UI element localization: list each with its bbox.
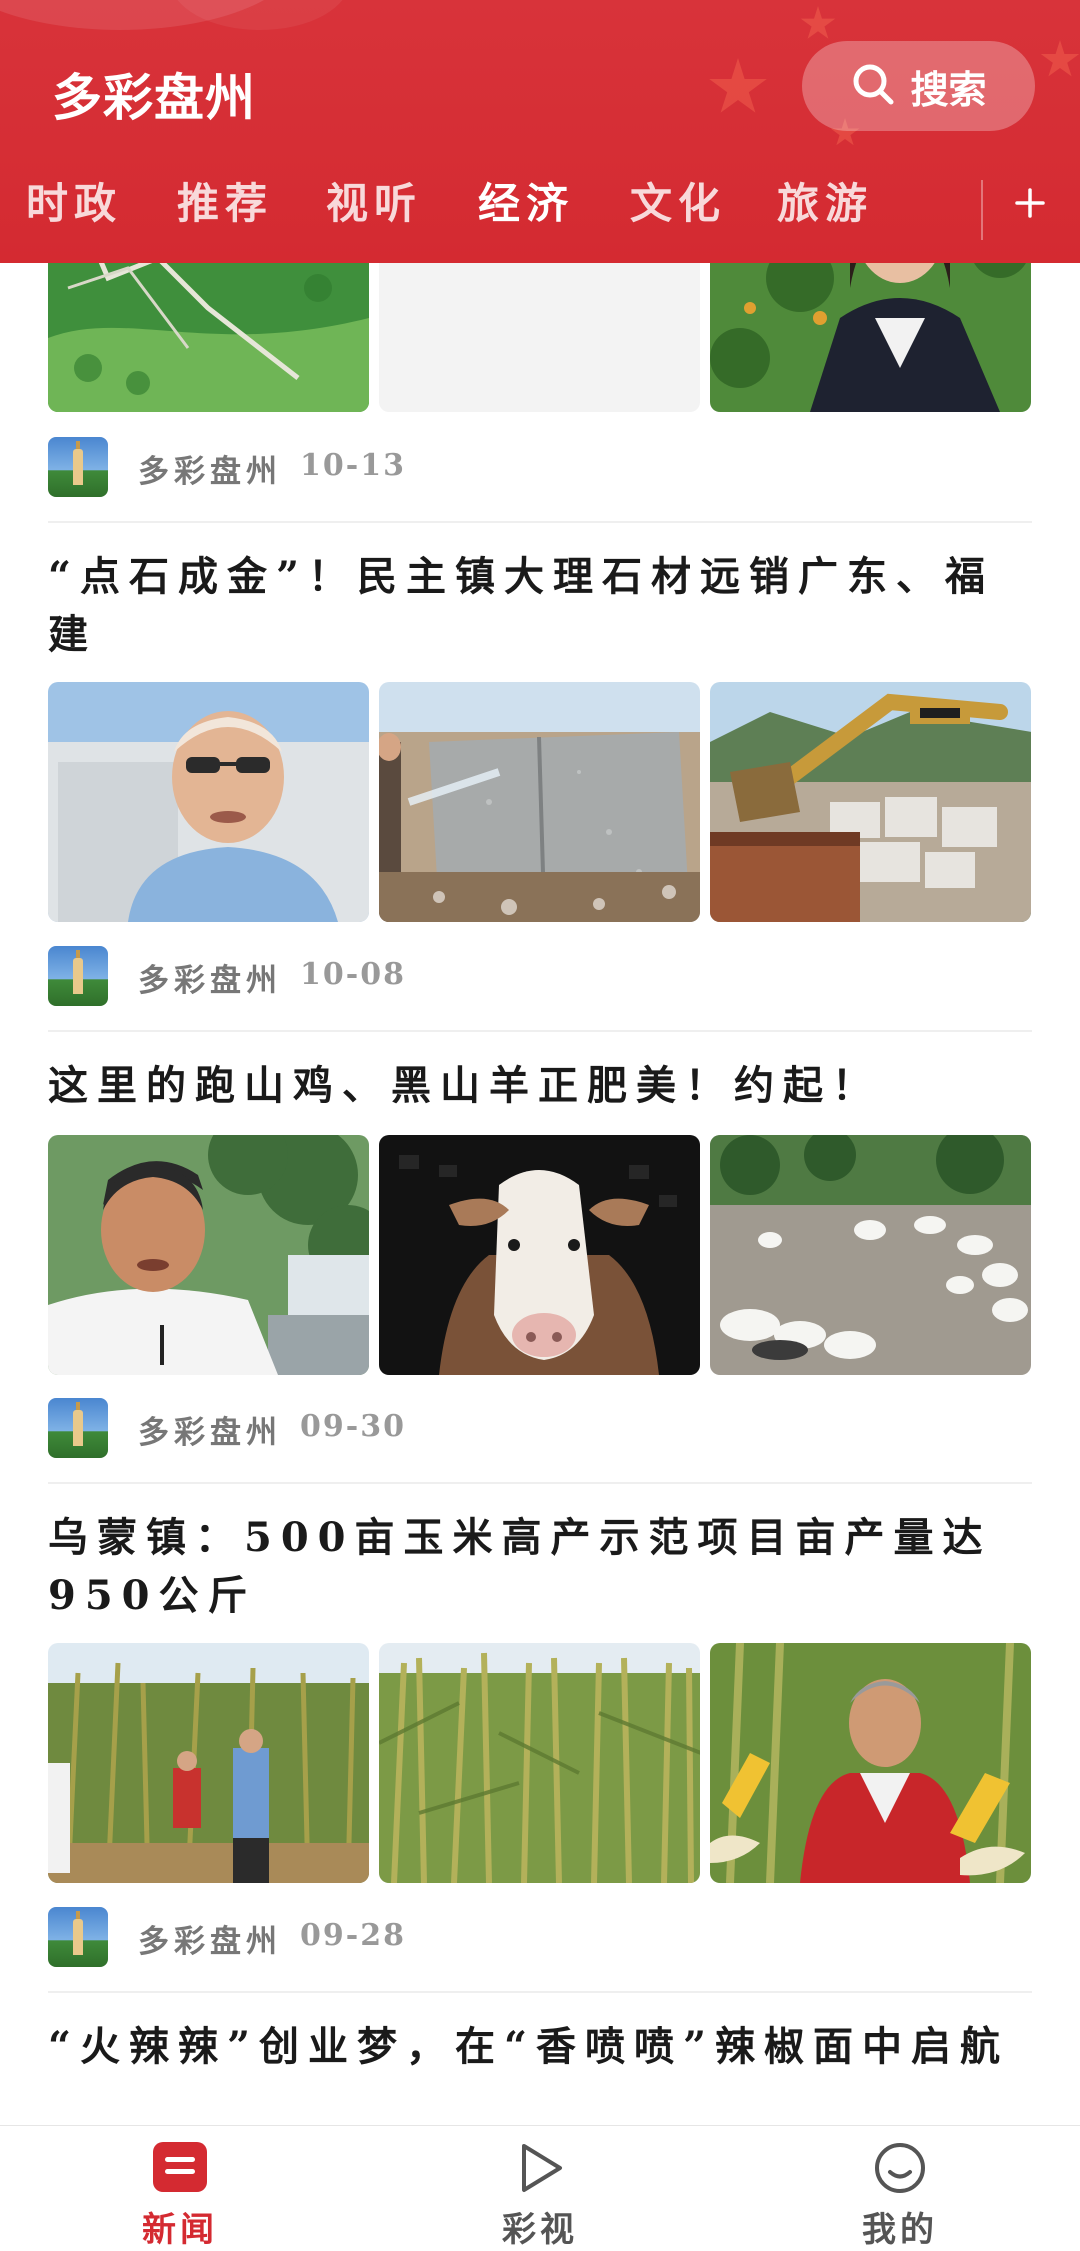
nav-news-label: 新闻 bbox=[142, 2210, 218, 2250]
article-title[interactable]: 这里的跑山鸡、黑山羊正肥美！约起！ bbox=[48, 1057, 1032, 1115]
article-date: 10-08 bbox=[300, 957, 406, 992]
tab-jingji[interactable]: 经济 bbox=[478, 170, 574, 231]
article-thumbnail[interactable] bbox=[48, 682, 369, 922]
divider bbox=[48, 1991, 1032, 1993]
nav-profile[interactable]: 我的 bbox=[720, 2126, 1080, 2250]
article-thumbnail[interactable] bbox=[710, 682, 1031, 922]
article-title[interactable]: 乌蒙镇：500亩玉米高产示范项目亩产量达950公斤 bbox=[48, 1509, 1032, 1625]
bottom-navigation: 新闻 彩视 我的 bbox=[0, 2125, 1080, 2250]
divider bbox=[48, 1482, 1032, 1484]
app-header: 多彩盘州 搜索 时政 推荐 视听 经济 文化 旅游 bbox=[0, 0, 1080, 263]
article-meta: 多彩盘州 09-28 bbox=[48, 1907, 1032, 1967]
article-title[interactable]: “点石成金”！民主镇大理石材远销广东、福建 bbox=[48, 548, 1032, 664]
tab-shizheng[interactable]: 时政 bbox=[26, 170, 122, 231]
nav-video[interactable]: 彩视 bbox=[360, 2126, 720, 2250]
channel-tabs: 时政 推荐 视听 经济 文化 旅游 bbox=[0, 170, 980, 240]
article-thumbnail[interactable] bbox=[379, 682, 700, 922]
article-meta: 多彩盘州 10-13 bbox=[48, 437, 1032, 497]
news-feed: 多彩盘州 10-13 “点石成金”！民主镇大理石材远销广东、福建 多彩盘州 10… bbox=[0, 0, 1080, 2247]
app-title: 多彩盘州 bbox=[52, 68, 256, 127]
tab-tuijian[interactable]: 推荐 bbox=[177, 170, 273, 231]
plus-icon bbox=[1014, 187, 1046, 223]
star-decoration-icon bbox=[709, 58, 767, 113]
article-title[interactable]: “火辣辣”创业梦，在“香喷喷”辣椒面中启航 bbox=[48, 2018, 1032, 2076]
add-channel-button[interactable] bbox=[1000, 170, 1060, 240]
search-icon bbox=[850, 61, 896, 111]
source-logo-icon bbox=[48, 1907, 108, 1967]
search-label: 搜索 bbox=[910, 66, 987, 112]
article-image-row[interactable] bbox=[48, 682, 1032, 922]
header-decoration bbox=[170, 0, 350, 30]
divider bbox=[48, 521, 1032, 523]
article-source: 多彩盘州 bbox=[138, 1415, 282, 1451]
tab-divider bbox=[981, 180, 983, 240]
article-thumbnail[interactable] bbox=[710, 1643, 1031, 1883]
source-logo-icon bbox=[48, 946, 108, 1006]
article-date: 10-13 bbox=[300, 448, 406, 483]
article-source: 多彩盘州 bbox=[138, 963, 282, 999]
news-icon bbox=[152, 2140, 208, 2196]
article-thumbnail[interactable] bbox=[48, 1643, 369, 1883]
article-thumbnail[interactable] bbox=[48, 1135, 369, 1375]
tab-shiting[interactable]: 视听 bbox=[326, 170, 422, 231]
source-logo-icon bbox=[48, 437, 108, 497]
article-image-row[interactable] bbox=[48, 1643, 1032, 1883]
tab-lvyou[interactable]: 旅游 bbox=[777, 170, 873, 231]
article-source: 多彩盘州 bbox=[138, 1924, 282, 1960]
article-date: 09-28 bbox=[300, 1918, 406, 1953]
star-decoration-icon bbox=[800, 6, 836, 39]
search-button[interactable]: 搜索 bbox=[802, 41, 1035, 131]
article-meta: 多彩盘州 10-08 bbox=[48, 946, 1032, 1006]
nav-profile-label: 我的 bbox=[862, 2210, 938, 2250]
play-icon bbox=[512, 2140, 568, 2196]
nav-video-label: 彩视 bbox=[502, 2210, 578, 2250]
tab-wenhua[interactable]: 文化 bbox=[630, 170, 726, 231]
article-thumbnail[interactable] bbox=[710, 1135, 1031, 1375]
nav-news[interactable]: 新闻 bbox=[0, 2126, 360, 2250]
smiley-face-icon bbox=[872, 2140, 928, 2196]
article-meta: 多彩盘州 09-30 bbox=[48, 1398, 1032, 1458]
divider bbox=[48, 1030, 1032, 1032]
article-thumbnail[interactable] bbox=[379, 1643, 700, 1883]
article-date: 09-30 bbox=[300, 1409, 406, 1444]
source-logo-icon bbox=[48, 1398, 108, 1458]
article-source: 多彩盘州 bbox=[138, 454, 282, 490]
star-decoration-icon bbox=[1040, 40, 1080, 77]
article-image-row[interactable] bbox=[48, 1135, 1032, 1375]
article-thumbnail[interactable] bbox=[379, 1135, 700, 1375]
